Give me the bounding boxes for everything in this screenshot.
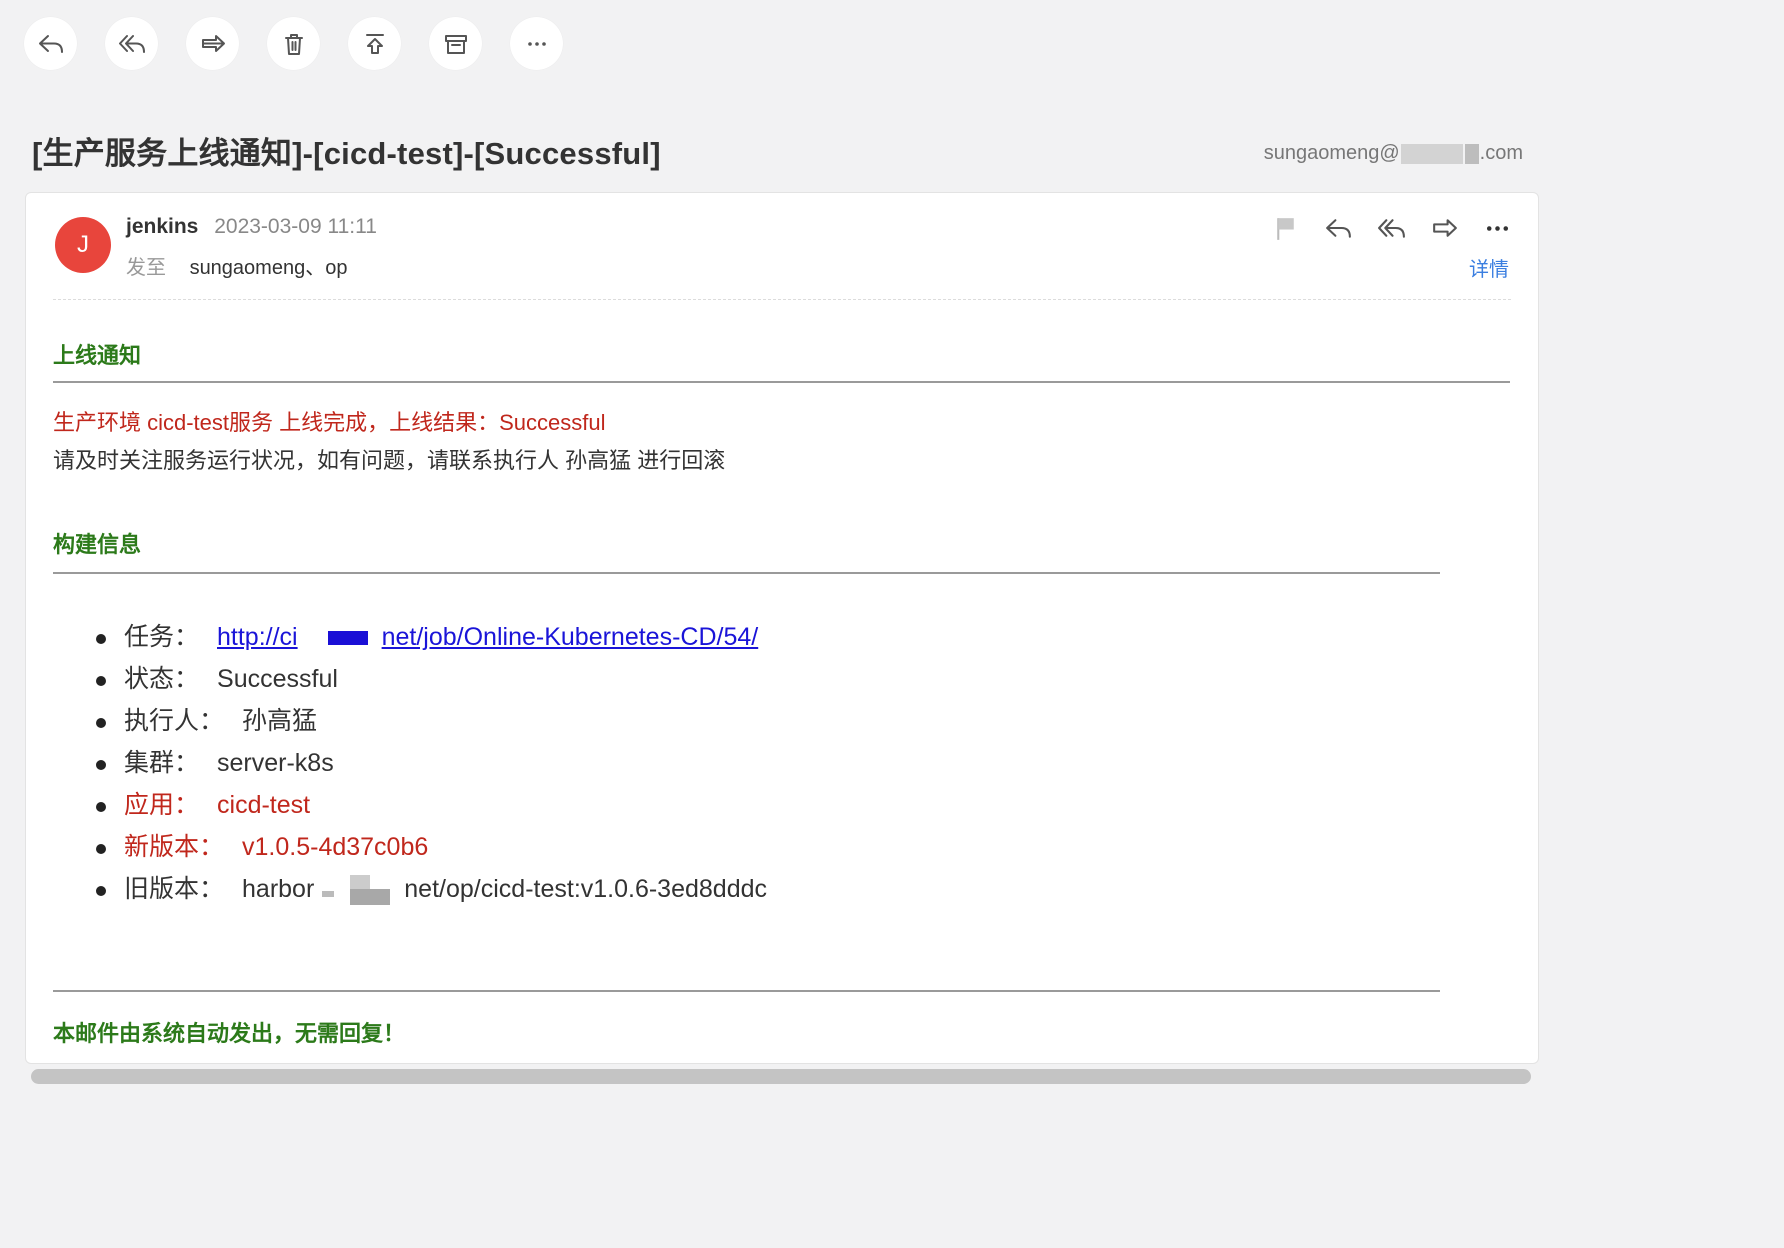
list-item: 任务： http://ci net/job/Online-Kubernetes-CD… [96, 618, 767, 660]
sender-name[interactable]: jenkins [126, 215, 198, 238]
email-subject: [生产服务上线通知]-[cicd-test]-[Successful] [32, 136, 661, 171]
app-value: cicd-test [217, 791, 311, 819]
divider [53, 572, 1440, 574]
new-version-value: v1.0.5-4d37c0b6 [242, 833, 429, 861]
redacted-block [327, 631, 368, 646]
notice-line: 请及时关注服务运行状况，如有问题，请联系执行人 孙高猛 进行回滚 [53, 448, 726, 473]
sender-line: jenkins 2023-03-09 11:11 [126, 215, 377, 239]
archive-icon [444, 34, 467, 54]
section-title-build: 构建信息 [53, 532, 142, 557]
build-info-list: 任务： http://ci net/job/Online-Kubernetes-CD… [96, 618, 767, 912]
forward-icon [201, 34, 225, 52]
reply-all-icon[interactable] [1376, 213, 1407, 244]
avatar[interactable]: J [55, 217, 111, 273]
redacted-block [1400, 143, 1463, 164]
old-version-value: harbor net/op/cicd-test:v1.0.6-3ed8dddc [242, 875, 767, 906]
reply-icon[interactable] [1323, 213, 1354, 244]
list-item: 状态： Successful [96, 660, 767, 702]
forward-icon[interactable] [1429, 213, 1460, 244]
header-divider [53, 299, 1511, 300]
list-item: 集群： server-k8s [96, 744, 767, 786]
to-label: 发至 [126, 257, 166, 279]
reply-all-icon [118, 34, 145, 53]
task-link[interactable]: http://ci net/job/Online-Kubernetes-CD/54… [217, 623, 758, 651]
recipients-line: 发至 sungaomeng、op [126, 251, 347, 280]
redacted-block [314, 875, 404, 906]
flag-icon[interactable] [1270, 213, 1301, 244]
new-version-label: 新版本： [124, 833, 225, 861]
footer-note: 本邮件由系统自动发出，无需回复！ [53, 1021, 406, 1046]
account-address: sungaomeng@ .com [1264, 142, 1523, 165]
cluster-value: server-k8s [217, 749, 334, 777]
list-item: 新版本： v1.0.5-4d37c0b6 [96, 828, 767, 870]
move-button[interactable] [348, 17, 401, 70]
cluster-label: 集群： [124, 749, 200, 777]
delete-button[interactable] [267, 17, 320, 70]
divider [53, 990, 1440, 992]
section-title-notice: 上线通知 [53, 343, 142, 368]
trash-icon [284, 33, 303, 55]
recipients[interactable]: sungaomeng、op [190, 257, 348, 279]
message-card: J jenkins 2023-03-09 11:11 发至 sungaomeng… [25, 192, 1539, 1084]
toolbar [24, 17, 563, 70]
status-label: 状态： [124, 665, 200, 693]
more-icon[interactable] [1482, 213, 1513, 244]
app-label: 应用： [124, 791, 200, 819]
move-icon [365, 33, 384, 54]
forward-button[interactable] [186, 17, 239, 70]
reply-icon [38, 34, 63, 53]
horizontal-scrollbar[interactable] [31, 1069, 1531, 1084]
more-button[interactable] [510, 17, 563, 70]
account-prefix: sungaomeng@ [1263, 142, 1400, 164]
executor-label: 执行人： [124, 707, 225, 735]
more-icon [527, 41, 546, 46]
executor-value: 孙高猛 [242, 707, 318, 735]
list-item: 应用： cicd-test [96, 786, 767, 828]
old-version-label: 旧版本： [124, 875, 225, 903]
details-link[interactable]: 详情 [1469, 253, 1509, 282]
message-actions [1270, 213, 1513, 244]
list-item: 执行人： 孙高猛 [96, 702, 767, 744]
account-suffix: .com [1479, 142, 1523, 164]
status-value: Successful [217, 665, 338, 693]
reply-button[interactable] [24, 17, 77, 70]
reply-all-button[interactable] [105, 17, 158, 70]
task-label: 任务： [124, 623, 200, 651]
divider [53, 381, 1510, 383]
message-date: 2023-03-09 11:11 [214, 215, 377, 238]
archive-button[interactable] [429, 17, 482, 70]
result-line: 生产环境 cicd-test服务 上线完成，上线结果：Successful [53, 410, 606, 435]
list-item: 旧版本： harbor net/op/cicd-test:v1.0.6-3ed8dd… [96, 870, 767, 912]
redacted-block [1464, 143, 1479, 164]
